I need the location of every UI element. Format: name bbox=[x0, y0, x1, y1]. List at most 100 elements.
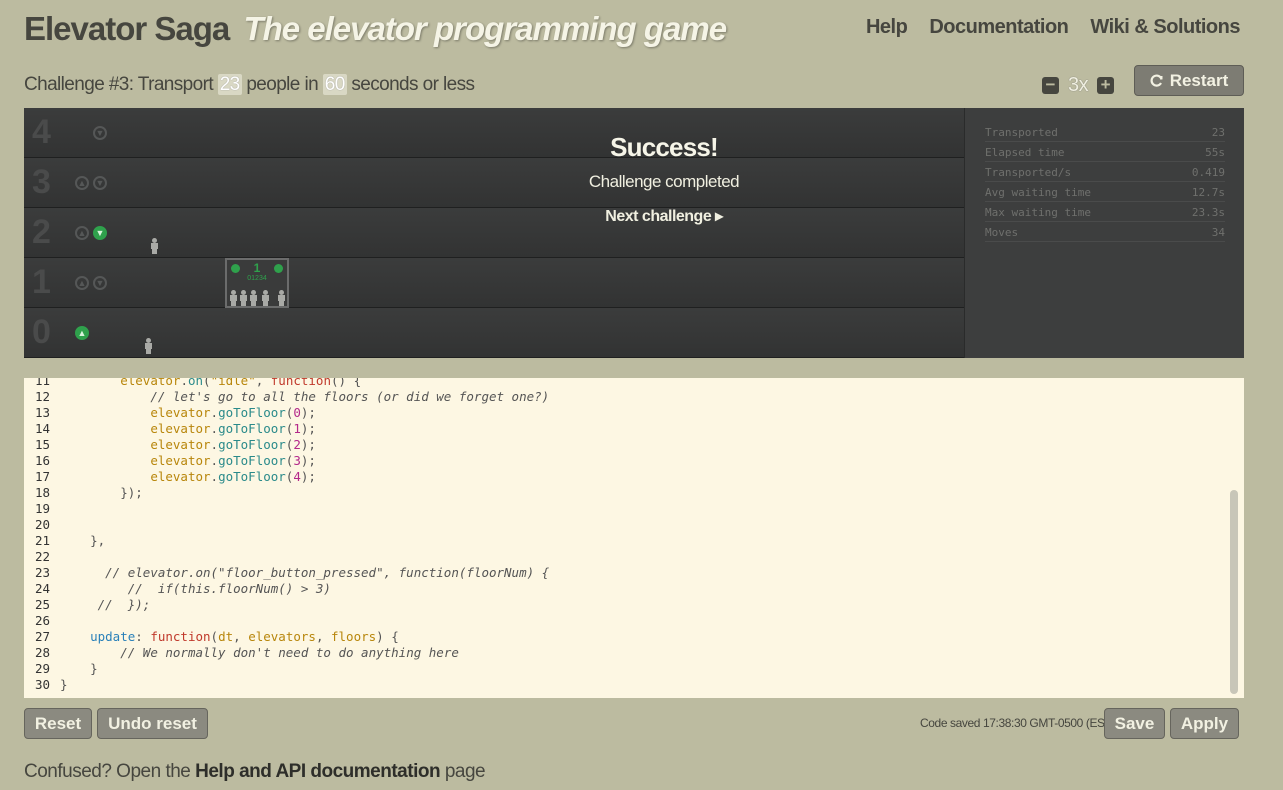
stat-value: 34 bbox=[1211, 226, 1225, 239]
floor-number: 1 bbox=[32, 263, 51, 301]
stat-label: Elapsed time bbox=[985, 146, 1065, 159]
nav-wiki-link[interactable]: Wiki & Solutions bbox=[1090, 16, 1240, 39]
speed-control: − 3x + bbox=[1042, 74, 1115, 97]
stat-label: Transported bbox=[985, 126, 1058, 139]
line-number-gutter: 11 12 13 14 15 16 17 18 19 20 21 22 23 2… bbox=[24, 378, 54, 698]
line-number: 23 bbox=[34, 565, 50, 580]
nav-documentation-link[interactable]: Documentation bbox=[929, 16, 1069, 39]
stats-panel: Transported 23 Elapsed time 55s Transporte… bbox=[964, 108, 1244, 358]
stat-label: Max waiting time bbox=[985, 206, 1091, 219]
floor-number: 4 bbox=[32, 113, 51, 151]
line-number: 19 bbox=[34, 501, 50, 516]
restart-button[interactable]: Restart bbox=[1134, 65, 1244, 96]
person-icon bbox=[144, 338, 153, 354]
line-number: 26 bbox=[34, 613, 50, 628]
stat-label: Transported/s bbox=[985, 166, 1072, 179]
stat-row: Max waiting time 23.3s bbox=[985, 202, 1225, 222]
brand-title: Elevator Saga The elevator programming g… bbox=[24, 10, 727, 48]
top-nav: Help Documentation Wiki & Solutions bbox=[866, 16, 1241, 39]
code-line: }, bbox=[60, 533, 106, 548]
passenger-icon bbox=[277, 290, 286, 306]
passenger-icon bbox=[261, 290, 270, 306]
app-title: Elevator Saga bbox=[24, 10, 230, 47]
down-button-icon[interactable]: ▼ bbox=[93, 126, 107, 140]
challenge-people-count: 23 bbox=[217, 74, 242, 95]
code-editor[interactable]: 11 12 13 14 15 16 17 18 19 20 21 22 23 2… bbox=[24, 378, 1244, 698]
stat-label: Avg waiting time bbox=[985, 186, 1091, 199]
line-number: 16 bbox=[34, 453, 50, 468]
success-subtitle: Challenge completed bbox=[588, 172, 740, 191]
code-line: // We normally don't need to do anything… bbox=[120, 645, 459, 660]
nav-help-link[interactable]: Help bbox=[866, 16, 908, 39]
reset-button[interactable]: Reset bbox=[24, 708, 92, 739]
line-number: 18 bbox=[34, 485, 50, 500]
success-title: Success! bbox=[610, 132, 719, 162]
elevator-floor-buttons: 01234 bbox=[247, 275, 267, 282]
stat-value: 23 bbox=[1211, 126, 1225, 139]
up-button-icon[interactable]: ▲ bbox=[75, 176, 89, 190]
code-line: update: function(dt, elevators, floors) … bbox=[90, 629, 399, 644]
passenger-icon bbox=[229, 290, 238, 306]
passenger-icon bbox=[239, 290, 248, 306]
game-world: 4 ▼ 3 ▲ ▼ 2 ▲ ▼ 1 ▲ ▼ 0 ▲ 1 01234 Succes… bbox=[24, 108, 1244, 358]
down-button-icon[interactable]: ▼ bbox=[93, 176, 107, 190]
line-number: 12 bbox=[34, 389, 50, 404]
person-icon bbox=[150, 238, 159, 254]
code-line: } bbox=[60, 677, 68, 692]
undo-reset-button[interactable]: Undo reset bbox=[97, 708, 208, 739]
footer-suffix: page bbox=[444, 761, 486, 782]
floor-number: 3 bbox=[32, 163, 51, 201]
stat-row: Moves 34 bbox=[985, 222, 1225, 242]
code-line: elevator.goToFloor(3); bbox=[150, 453, 316, 468]
line-number: 15 bbox=[34, 437, 50, 452]
up-button-icon[interactable]: ▲ bbox=[75, 276, 89, 290]
line-number: 30 bbox=[34, 677, 50, 692]
code-line: // if(this.floorNum() > 3) bbox=[127, 581, 331, 596]
help-api-doc-link[interactable]: Help and API documentation bbox=[195, 761, 440, 782]
code-line: }); bbox=[60, 485, 143, 500]
line-number: 22 bbox=[34, 549, 50, 564]
next-challenge-link[interactable]: Next challenge ▸ bbox=[494, 206, 834, 226]
footer-help: Confused? Open the Help and API document… bbox=[24, 761, 486, 783]
editor-scrollbar[interactable] bbox=[1230, 490, 1238, 694]
up-button-icon[interactable]: ▲ bbox=[75, 226, 89, 240]
stat-value: 0.419 bbox=[1191, 166, 1225, 179]
code-line: // elevator.on("floor_button_pressed", f… bbox=[105, 565, 550, 580]
line-number: 11 bbox=[34, 378, 50, 388]
apply-button[interactable]: Apply bbox=[1170, 708, 1239, 739]
up-button-icon[interactable]: ▲ bbox=[75, 326, 89, 340]
down-button-icon[interactable]: ▼ bbox=[93, 276, 107, 290]
speed-decrease-button[interactable]: − bbox=[1042, 76, 1059, 94]
line-number: 25 bbox=[34, 597, 50, 612]
line-number: 21 bbox=[34, 533, 50, 548]
footer-prefix: Confused? Open the bbox=[24, 761, 191, 782]
stat-row: Elapsed time 55s bbox=[985, 142, 1225, 162]
stat-value: 55s bbox=[1205, 146, 1225, 159]
passenger-icon bbox=[249, 290, 258, 306]
speed-increase-button[interactable]: + bbox=[1097, 76, 1115, 94]
save-button[interactable]: Save bbox=[1104, 708, 1165, 739]
code-line: // let's go to all the floors (or did we… bbox=[150, 389, 550, 404]
stat-value: 23.3s bbox=[1191, 206, 1225, 219]
line-number: 20 bbox=[34, 517, 50, 532]
down-button-icon[interactable]: ▼ bbox=[93, 226, 107, 240]
code-line: elevator.goToFloor(1); bbox=[150, 421, 316, 436]
code-saved-status: Code saved 17:38:30 GMT-0500 (EST) bbox=[920, 716, 1116, 730]
code-line: elevator.goToFloor(2); bbox=[150, 437, 316, 452]
line-number: 17 bbox=[34, 469, 50, 484]
speed-value: 3x bbox=[1068, 74, 1089, 96]
elevator: 1 01234 bbox=[225, 258, 289, 308]
app-subtitle: The elevator programming game bbox=[243, 10, 727, 47]
code-line: // }); bbox=[97, 597, 151, 612]
success-overlay: Success! Challenge completed Next challe… bbox=[494, 132, 834, 226]
challenge-description: Challenge #3: Transport 23 people in 60 … bbox=[24, 74, 475, 96]
stat-row: Transported/s 0.419 bbox=[985, 162, 1225, 182]
line-number: 24 bbox=[34, 581, 50, 596]
challenge-seconds: 60 bbox=[322, 74, 347, 95]
line-number: 27 bbox=[34, 629, 50, 644]
stat-value: 12.7s bbox=[1191, 186, 1225, 199]
stat-row: Transported 23 bbox=[985, 122, 1225, 142]
challenge-middle: people in bbox=[246, 74, 319, 95]
line-number: 13 bbox=[34, 405, 50, 420]
challenge-suffix: seconds or less bbox=[351, 74, 475, 95]
